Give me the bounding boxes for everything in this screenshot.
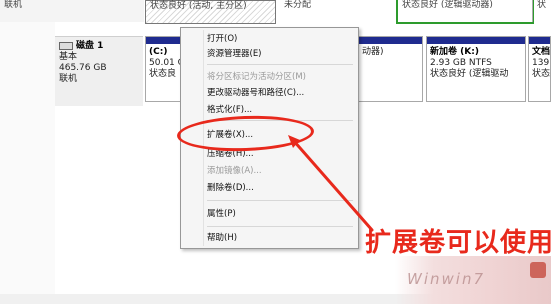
watermark-logo-icon: [530, 262, 546, 278]
watermark-text: Winwin7: [407, 270, 485, 288]
annotation-text: 扩展卷可以使用: [365, 228, 551, 258]
watermark: Winwin7: [395, 256, 551, 304]
